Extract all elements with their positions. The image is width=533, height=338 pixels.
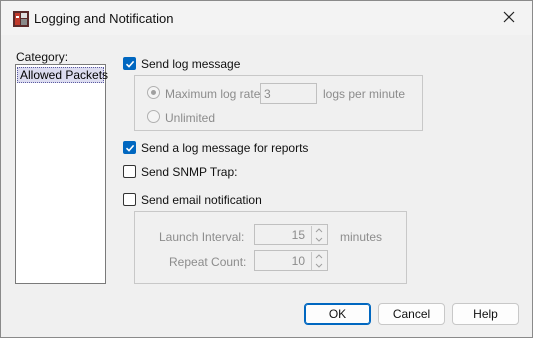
repeat-count-label: Repeat Count: (169, 255, 247, 269)
chevron-down-icon[interactable] (312, 235, 326, 244)
title-bar: Logging and Notification (1, 1, 532, 35)
send-email-checkbox[interactable] (123, 193, 136, 206)
launch-interval-label: Launch Interval: (159, 230, 245, 244)
close-button[interactable] (486, 1, 532, 35)
email-options-group (134, 211, 407, 284)
radio-selected-dot (151, 90, 156, 95)
max-log-rate-label: Maximum log rate: (165, 87, 264, 101)
launch-interval-stepper[interactable]: 15 (254, 224, 328, 245)
help-button[interactable]: Help (452, 303, 519, 325)
send-reports-label: Send a log message for reports (141, 141, 309, 155)
send-snmp-label: Send SNMP Trap: (141, 165, 238, 179)
cancel-button[interactable]: Cancel (378, 303, 445, 325)
close-icon (503, 11, 515, 26)
send-log-label: Send log message (141, 57, 241, 71)
send-snmp-checkbox[interactable] (123, 165, 136, 178)
checkmark-icon (125, 60, 134, 68)
chevron-up-icon[interactable] (312, 252, 326, 261)
repeat-count-stepper[interactable]: 10 (254, 250, 328, 271)
spin-arrows[interactable] (311, 252, 325, 270)
max-log-rate-radio[interactable] (147, 86, 160, 99)
category-list[interactable]: Allowed Packets (15, 64, 108, 284)
checkmark-icon (125, 144, 134, 152)
unlimited-radio[interactable] (147, 110, 160, 123)
send-log-checkbox[interactable] (123, 57, 136, 70)
repeat-count-value: 10 (291, 254, 305, 268)
unlimited-label: Unlimited (165, 111, 216, 125)
firewall-app-icon (13, 11, 29, 27)
chevron-down-icon[interactable] (312, 261, 326, 270)
chevron-up-icon[interactable] (312, 226, 326, 235)
logs-per-minute-label: logs per minute (323, 87, 406, 101)
launch-interval-value: 15 (291, 228, 305, 242)
category-label: Category: (16, 50, 69, 64)
dialog-window: Logging and Notification Category: Allow… (0, 0, 533, 338)
spin-arrows[interactable] (311, 226, 325, 244)
max-log-rate-input[interactable]: 3 (260, 83, 317, 104)
window-title: Logging and Notification (34, 11, 174, 26)
category-item-allowed-packets[interactable]: Allowed Packets (17, 67, 108, 83)
send-email-label: Send email notification (141, 193, 262, 207)
minutes-label: minutes (340, 230, 383, 244)
ok-button[interactable]: OK (304, 303, 371, 325)
send-reports-checkbox[interactable] (123, 141, 136, 154)
